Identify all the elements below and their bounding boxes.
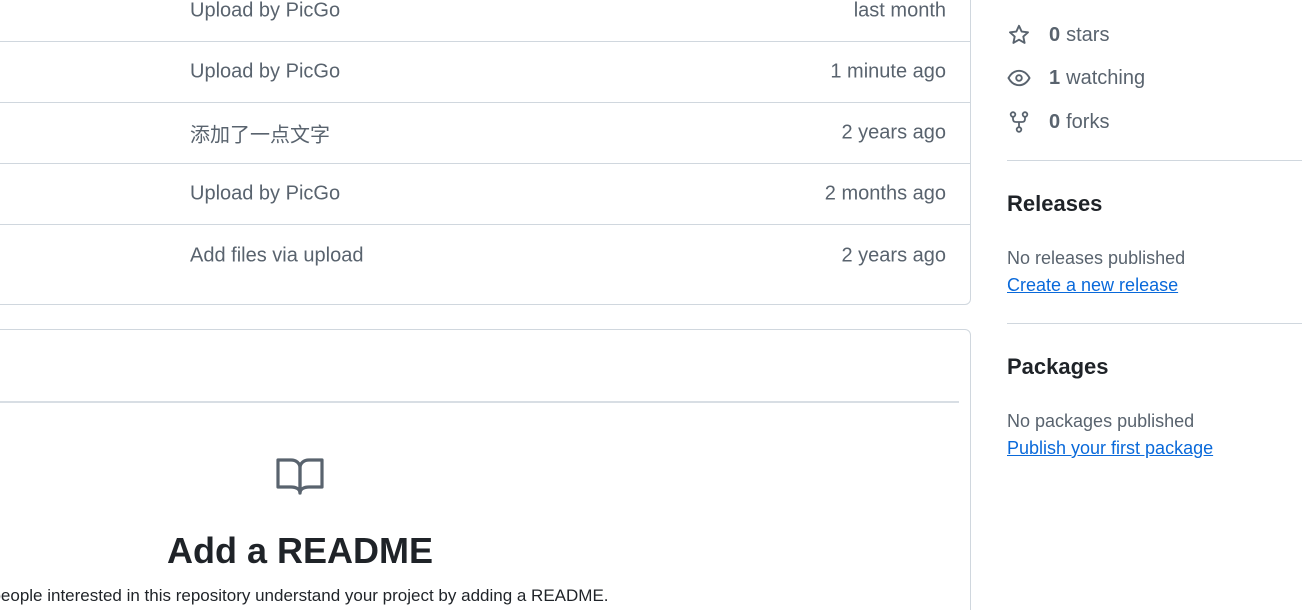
releases-heading[interactable]: Releases [1007,191,1102,217]
commit-message[interactable]: 添加了一点文字 [190,119,330,148]
releases-empty-text: No releases published [1007,248,1186,268]
readme-description: people interested in this repository und… [0,586,609,605]
forks-link[interactable]: 0 forks [1007,108,1109,136]
publish-package-link[interactable]: Publish your first package [1007,438,1213,459]
file-row[interactable]: Upload by PicGo 2 months ago [0,164,970,225]
stars-label: stars [1066,23,1110,46]
book-icon [276,458,324,495]
watching-label: watching [1066,66,1146,89]
commit-message[interactable]: Add files via upload [190,244,363,267]
file-row[interactable]: Upload by PicGo last month [0,0,970,42]
packages-empty-text: No packages published [1007,411,1195,431]
readme-panel: Add a README people interested in this r… [0,329,971,610]
packages-heading[interactable]: Packages [1007,354,1109,380]
file-row[interactable]: Add files via upload 2 years ago [0,225,970,286]
eye-icon [1007,69,1031,87]
commit-age: 2 years ago [841,121,946,144]
commit-age: 2 months ago [824,182,946,205]
file-row[interactable]: 添加了一点文字 2 years ago [0,103,970,164]
commit-age: last month [853,0,946,22]
stars-link[interactable]: 0 stars [1007,21,1109,49]
forks-label: forks [1066,110,1110,133]
fork-icon [1009,111,1029,133]
repo-sidebar: 0 stars 1 watching 0 forks Releases No r… [1007,0,1302,610]
commit-message[interactable]: Upload by PicGo [190,0,340,23]
forks-count: 0 [1049,110,1061,133]
create-release-link[interactable]: Create a new release [1007,275,1178,296]
file-row[interactable]: Upload by PicGo 1 minute ago [0,42,970,103]
commit-age: 1 minute ago [830,60,946,83]
sidebar-divider [1007,160,1302,161]
commit-message[interactable]: Upload by PicGo [190,183,340,206]
watching-link[interactable]: 1 watching [1007,64,1145,92]
stars-count: 0 [1049,23,1061,46]
readme-header [0,330,959,403]
commit-message[interactable]: Upload by PicGo [190,61,340,84]
star-icon [1009,24,1029,44]
watching-count: 1 [1049,66,1061,89]
repository-page: Upload by PicGo last month Upload by Pic… [0,0,1302,610]
commit-age: 2 years ago [841,244,946,266]
sidebar-divider [1007,323,1302,324]
readme-title: Add a README [166,530,433,571]
file-list: Upload by PicGo last month Upload by Pic… [0,0,971,305]
